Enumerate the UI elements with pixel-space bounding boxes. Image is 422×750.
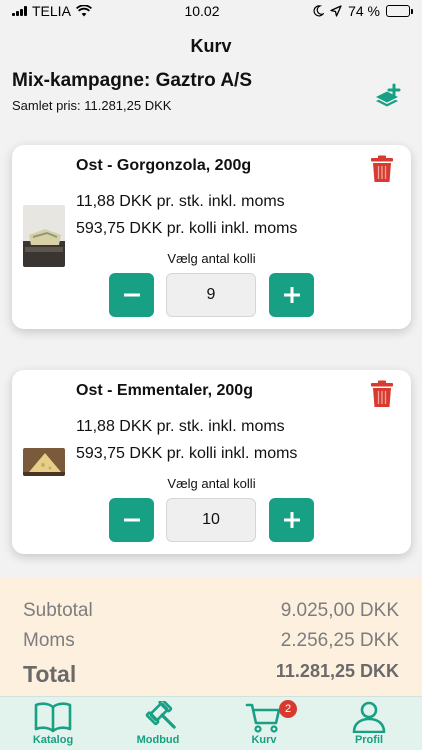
subtotal-row: Subtotal 9.025,00 DKK: [23, 600, 399, 622]
total-row: Total 11.281,25 DKK: [23, 661, 399, 688]
unit-price: 11,88 DKK pr. stk. inkl. moms: [76, 418, 285, 435]
tab-label: Modbud: [136, 734, 180, 746]
user-icon: [352, 701, 386, 733]
minus-icon: [123, 293, 140, 297]
location-icon: [330, 5, 342, 17]
order-summary: Subtotal 9.025,00 DKK Moms 2.256,25 DKK …: [0, 578, 422, 696]
quantity-label: Vælg antal kolli: [167, 251, 256, 266]
cart-count-badge: 2: [279, 700, 297, 718]
total-value: 11.281,25 DKK: [275, 661, 399, 681]
moms-label: Moms: [23, 630, 75, 651]
layers-plus-icon: [376, 83, 401, 107]
tab-kurv[interactable]: 2 Kurv: [219, 697, 309, 750]
product-image: [23, 448, 65, 476]
campaign-title: Mix-kampagne: Gaztro A/S: [12, 70, 253, 91]
clock: 10.02: [184, 3, 220, 19]
campaign-total-price: Samlet pris: 11.281,25 DKK: [12, 98, 172, 113]
campaign-header: Mix-kampagne: Gaztro A/S Samlet pris: 11…: [12, 70, 352, 113]
tab-label: Profil: [354, 734, 384, 746]
trash-icon: [371, 155, 393, 182]
decrease-quantity-button[interactable]: [109, 273, 154, 317]
product-title: Ost - Emmentaler, 200g: [76, 382, 253, 399]
tab-bar: Katalog Modbud 2 Kurv Profil: [0, 696, 422, 750]
delete-item-button[interactable]: [370, 155, 394, 183]
tab-modbud[interactable]: Modbud: [113, 697, 203, 750]
colli-price: 593,75 DKK pr. kolli inkl. moms: [76, 445, 298, 462]
plus-icon: [283, 287, 300, 303]
tab-label: Katalog: [32, 734, 74, 746]
increase-quantity-button[interactable]: [269, 273, 314, 317]
moms-value: 2.256,25 DKK: [280, 630, 399, 651]
quantity-input[interactable]: [166, 273, 256, 317]
cart-item-card: Ost - Emmentaler, 200g 11,88 DKK pr. stk…: [12, 370, 411, 554]
quantity-stepper: [109, 498, 314, 542]
total-label: Total: [23, 661, 77, 687]
trash-icon: [371, 380, 393, 407]
page-title: Kurv: [190, 36, 232, 56]
carrier: TELIA: [32, 3, 71, 19]
subtotal-value: 9.025,00 DKK: [280, 600, 399, 621]
product-title: Ost - Gorgonzola, 200g: [76, 157, 252, 174]
moms-row: Moms 2.256,25 DKK: [23, 630, 399, 652]
moon-icon: [313, 5, 325, 17]
plus-icon: [283, 512, 300, 528]
tab-label: Kurv: [251, 734, 277, 746]
signal-icon: [12, 6, 27, 16]
decrease-quantity-button[interactable]: [109, 498, 154, 542]
delete-item-button[interactable]: [370, 380, 394, 408]
colli-price: 593,75 DKK pr. kolli inkl. moms: [76, 220, 298, 237]
status-left: TELIA: [12, 3, 92, 19]
minus-icon: [123, 518, 140, 522]
quantity-stepper: [109, 273, 314, 317]
book-icon: [34, 702, 72, 733]
status-right: 74 %: [312, 3, 413, 19]
increase-quantity-button[interactable]: [269, 498, 314, 542]
cart-item-card: Ost - Gorgonzola, 200g 11,88 DKK pr. stk…: [12, 145, 411, 329]
tab-katalog[interactable]: Katalog: [8, 697, 98, 750]
add-layer-button[interactable]: [372, 80, 406, 112]
gavel-icon: [145, 701, 176, 729]
cart-icon: [245, 703, 281, 733]
tab-profil[interactable]: Profil: [324, 697, 414, 750]
quantity-input[interactable]: [166, 498, 256, 542]
battery-percent: 74 %: [348, 3, 380, 19]
battery-icon: [386, 5, 413, 17]
status-bar: TELIA 10.02 74 %: [0, 0, 422, 22]
quantity-label: Vælg antal kolli: [167, 476, 256, 491]
unit-price: 11,88 DKK pr. stk. inkl. moms: [76, 193, 285, 210]
wifi-icon: [75, 5, 92, 17]
subtotal-label: Subtotal: [23, 600, 93, 621]
